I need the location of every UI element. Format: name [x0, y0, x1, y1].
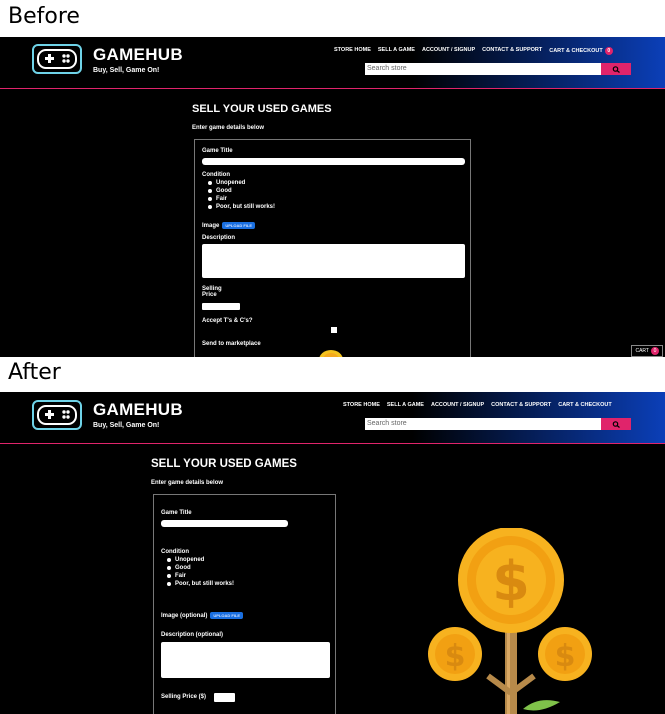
condition-option[interactable]: Good [167, 564, 234, 572]
condition-option[interactable]: Fair [208, 195, 275, 203]
terms-label: Accept T's & C's? [202, 318, 253, 324]
brand-name[interactable]: GAMEHUB [93, 400, 183, 420]
price-input[interactable] [202, 303, 240, 310]
description-input[interactable] [161, 642, 330, 678]
cart-count-badge: 0 [604, 47, 613, 55]
search-input[interactable]: Search store [365, 418, 601, 430]
description-label: Description (optional) [161, 632, 223, 638]
page-subtitle: Enter game details below [192, 125, 265, 131]
floating-cart-button[interactable]: CART 0 [631, 345, 663, 357]
after-caption: After [8, 360, 61, 385]
price-label: Selling Price [202, 286, 222, 298]
nav-sell-a-game[interactable]: SELL A GAME [378, 47, 415, 55]
coin-icon [319, 350, 343, 357]
condition-label: Condition [202, 172, 230, 178]
condition-option[interactable]: Good [208, 187, 275, 195]
main-nav: STORE HOME SELL A GAME ACCOUNT / SIGNUP … [343, 402, 612, 408]
radio-icon [167, 582, 171, 586]
svg-text:$: $ [445, 639, 466, 674]
search-button[interactable] [601, 63, 631, 75]
condition-option[interactable]: Poor, but still works! [208, 203, 275, 211]
search-icon [612, 65, 620, 73]
game-title-label: Game Title [161, 510, 192, 516]
nav-cart-checkout[interactable]: CART & CHECKOUT [558, 402, 611, 408]
game-title-label: Game Title [202, 148, 233, 154]
game-title-input[interactable] [202, 158, 465, 165]
price-label: Selling Price ($) [161, 694, 207, 700]
search-input[interactable]: Search store [365, 63, 601, 75]
terms-checkbox[interactable] [331, 327, 337, 333]
condition-options: Unopened Good Fair Poor, but still works… [167, 556, 234, 588]
money-tree-illustration: $ $ $ [428, 528, 592, 714]
radio-icon [208, 181, 212, 185]
cart-count-badge: 0 [651, 347, 659, 355]
nav-store-home[interactable]: STORE HOME [343, 402, 380, 408]
page-subtitle: Enter game details below [151, 480, 224, 486]
search-icon [612, 420, 620, 428]
image-label: Image UPLOAD FILE [202, 222, 256, 229]
page-title: SELL YOUR USED GAMES [192, 103, 332, 115]
price-input[interactable] [214, 693, 235, 702]
nav-store-home[interactable]: STORE HOME [334, 47, 371, 55]
radio-icon [208, 197, 212, 201]
upload-file-button[interactable]: UPLOAD FILE [222, 222, 256, 229]
svg-text:$: $ [492, 550, 530, 613]
nav-contact-support[interactable]: CONTACT & SUPPORT [491, 402, 551, 408]
search-bar: Search store [365, 63, 631, 75]
condition-option[interactable]: Unopened [167, 556, 234, 564]
description-label: Description [202, 235, 236, 241]
nav-sell-a-game[interactable]: SELL A GAME [387, 402, 424, 408]
nav-contact-support[interactable]: CONTACT & SUPPORT [482, 47, 542, 55]
condition-option[interactable]: Unopened [208, 179, 275, 187]
radio-icon [167, 558, 171, 562]
radio-icon [208, 189, 212, 193]
before-screenshot: GAMEHUB Buy, Sell, Game On! STORE HOME S… [0, 37, 665, 357]
after-screenshot: GAMEHUB Buy, Sell, Game On! STORE HOME S… [0, 392, 665, 714]
condition-label: Condition [161, 549, 189, 555]
nav-account-signup[interactable]: ACCOUNT / SIGNUP [431, 402, 484, 408]
search-button[interactable] [601, 418, 631, 430]
brand-tagline: Buy, Sell, Game On! [93, 422, 160, 429]
condition-options: Unopened Good Fair Poor, but still works… [208, 179, 275, 211]
condition-option[interactable]: Poor, but still works! [167, 580, 234, 588]
gamepad-logo-icon[interactable] [32, 44, 82, 74]
brand-name[interactable]: GAMEHUB [93, 45, 183, 65]
upload-file-button[interactable]: UPLOAD FILE [210, 612, 244, 619]
sell-form [153, 494, 336, 714]
radio-icon [167, 566, 171, 570]
nav-cart-checkout[interactable]: CART & CHECKOUT 0 [549, 47, 613, 55]
nav-account-signup[interactable]: ACCOUNT / SIGNUP [422, 47, 475, 55]
image-label: Image (optional) UPLOAD FILE [161, 612, 244, 619]
radio-icon [208, 205, 212, 209]
site-header: GAMEHUB Buy, Sell, Game On! STORE HOME S… [0, 392, 665, 444]
send-label: Send to marketplace [202, 341, 261, 347]
game-title-input[interactable] [161, 520, 288, 527]
search-bar: Search store [365, 418, 631, 430]
site-header: GAMEHUB Buy, Sell, Game On! STORE HOME S… [0, 37, 665, 89]
before-caption: Before [8, 4, 80, 29]
brand-tagline: Buy, Sell, Game On! [93, 67, 160, 74]
svg-text:$: $ [555, 639, 576, 674]
main-nav: STORE HOME SELL A GAME ACCOUNT / SIGNUP … [334, 47, 613, 55]
condition-option[interactable]: Fair [167, 572, 234, 580]
radio-icon [167, 574, 171, 578]
page-title: SELL YOUR USED GAMES [151, 458, 297, 470]
gamepad-logo-icon[interactable] [32, 400, 82, 430]
description-input[interactable] [202, 244, 465, 278]
